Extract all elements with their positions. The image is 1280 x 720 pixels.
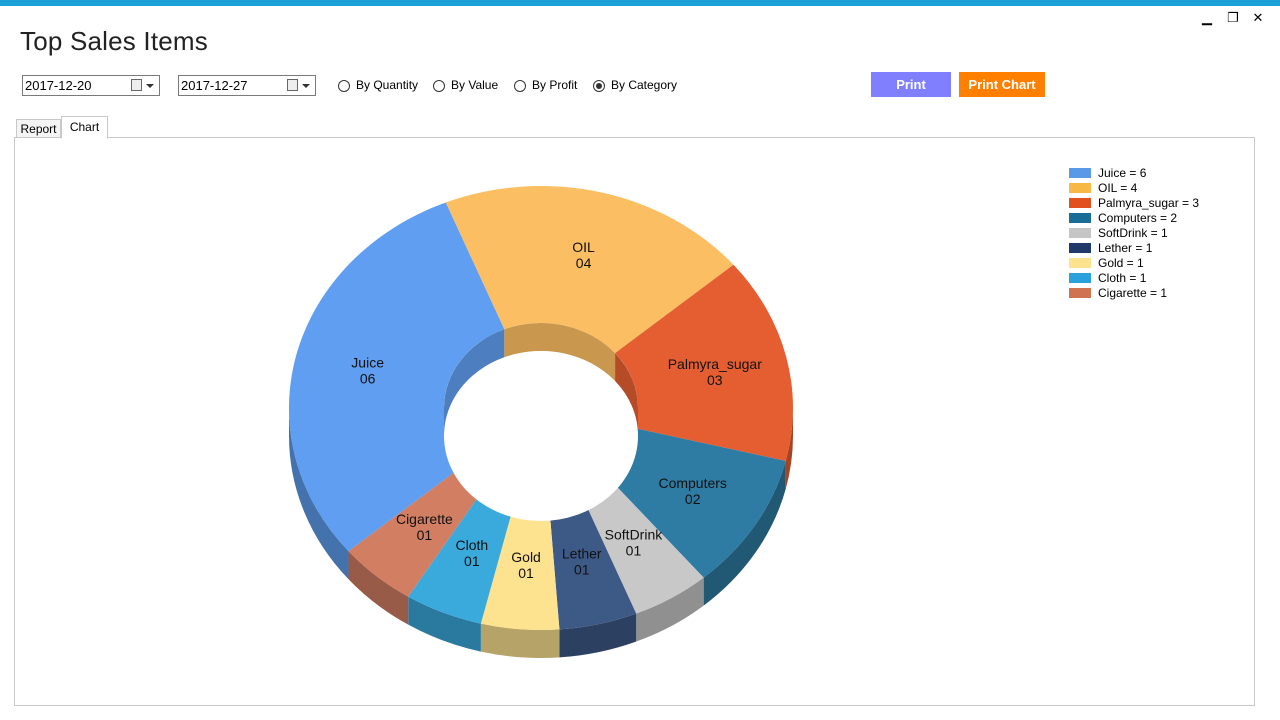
print-button[interactable]: Print — [871, 72, 951, 97]
legend-item: Computers = 2 — [1069, 210, 1199, 225]
legend-swatch — [1069, 242, 1091, 253]
radio-by-category[interactable]: By Category — [593, 78, 677, 93]
legend-label: Gold = 1 — [1098, 255, 1144, 270]
legend-item: Cigarette = 1 — [1069, 285, 1199, 300]
legend-label: Cloth = 1 — [1098, 270, 1147, 285]
legend-item: Lether = 1 — [1069, 240, 1199, 255]
legend-item: Juice = 6 — [1069, 165, 1199, 180]
legend-label: OIL = 4 — [1098, 180, 1138, 195]
legend-swatch — [1069, 197, 1091, 208]
legend-swatch — [1069, 182, 1091, 193]
legend-item: OIL = 4 — [1069, 180, 1199, 195]
tab-chart[interactable]: Chart — [61, 116, 108, 139]
radio-by-value[interactable]: By Value — [433, 78, 498, 93]
radio-by-profit[interactable]: By Profit — [514, 78, 577, 93]
legend-swatch — [1069, 272, 1091, 283]
legend-item: Gold = 1 — [1069, 255, 1199, 270]
radio-circle-icon[interactable] — [338, 79, 350, 92]
radio-label: By Quantity — [356, 78, 419, 92]
radio-circle-icon[interactable] — [433, 79, 445, 92]
legend-label: Lether = 1 — [1098, 240, 1153, 255]
legend-label: Palmyra_sugar = 3 — [1098, 195, 1200, 210]
minimize-icon[interactable]: ▁ — [1199, 10, 1215, 26]
to-date-picker[interactable]: 2017-12-27 — [178, 75, 316, 96]
radio-label: By Category — [611, 78, 678, 92]
page-title: Top Sales Items — [20, 26, 208, 56]
from-date-picker[interactable]: 2017-12-20 — [22, 75, 160, 96]
restore-icon[interactable]: ❐ — [1225, 10, 1241, 26]
from-date-value: 2017-12-20 — [25, 78, 92, 93]
legend-label: Juice = 6 — [1098, 165, 1147, 180]
close-icon[interactable]: ✕ — [1250, 10, 1266, 26]
radio-label: By Value — [451, 78, 499, 92]
print-chart-button[interactable]: Print Chart — [959, 72, 1045, 97]
window-top-accent — [0, 0, 1280, 6]
chevron-down-icon[interactable] — [302, 84, 310, 88]
radio-selected-icon[interactable] — [593, 79, 605, 92]
to-date-value: 2017-12-27 — [181, 78, 248, 93]
legend-item: Cloth = 1 — [1069, 270, 1199, 285]
legend-label: SoftDrink = 1 — [1098, 225, 1168, 240]
legend-swatch — [1069, 212, 1091, 223]
radio-by-quantity[interactable]: By Quantity — [338, 78, 418, 93]
radio-circle-icon[interactable] — [514, 79, 526, 92]
radio-label: By Profit — [532, 78, 578, 92]
legend-item: Palmyra_sugar = 3 — [1069, 195, 1199, 210]
calendar-icon[interactable] — [131, 79, 142, 91]
legend-swatch — [1069, 287, 1091, 298]
chart-legend: Juice = 6 OIL = 4 Palmyra_sugar = 3 Compute… — [1069, 165, 1199, 300]
legend-swatch — [1069, 167, 1091, 178]
chevron-down-icon[interactable] — [146, 84, 154, 88]
calendar-icon[interactable] — [287, 79, 298, 91]
legend-swatch — [1069, 227, 1091, 238]
legend-item: SoftDrink = 1 — [1069, 225, 1199, 240]
legend-swatch — [1069, 257, 1091, 268]
tab-report[interactable]: Report — [16, 119, 61, 138]
legend-label: Computers = 2 — [1098, 210, 1178, 225]
legend-label: Cigarette = 1 — [1098, 285, 1168, 300]
